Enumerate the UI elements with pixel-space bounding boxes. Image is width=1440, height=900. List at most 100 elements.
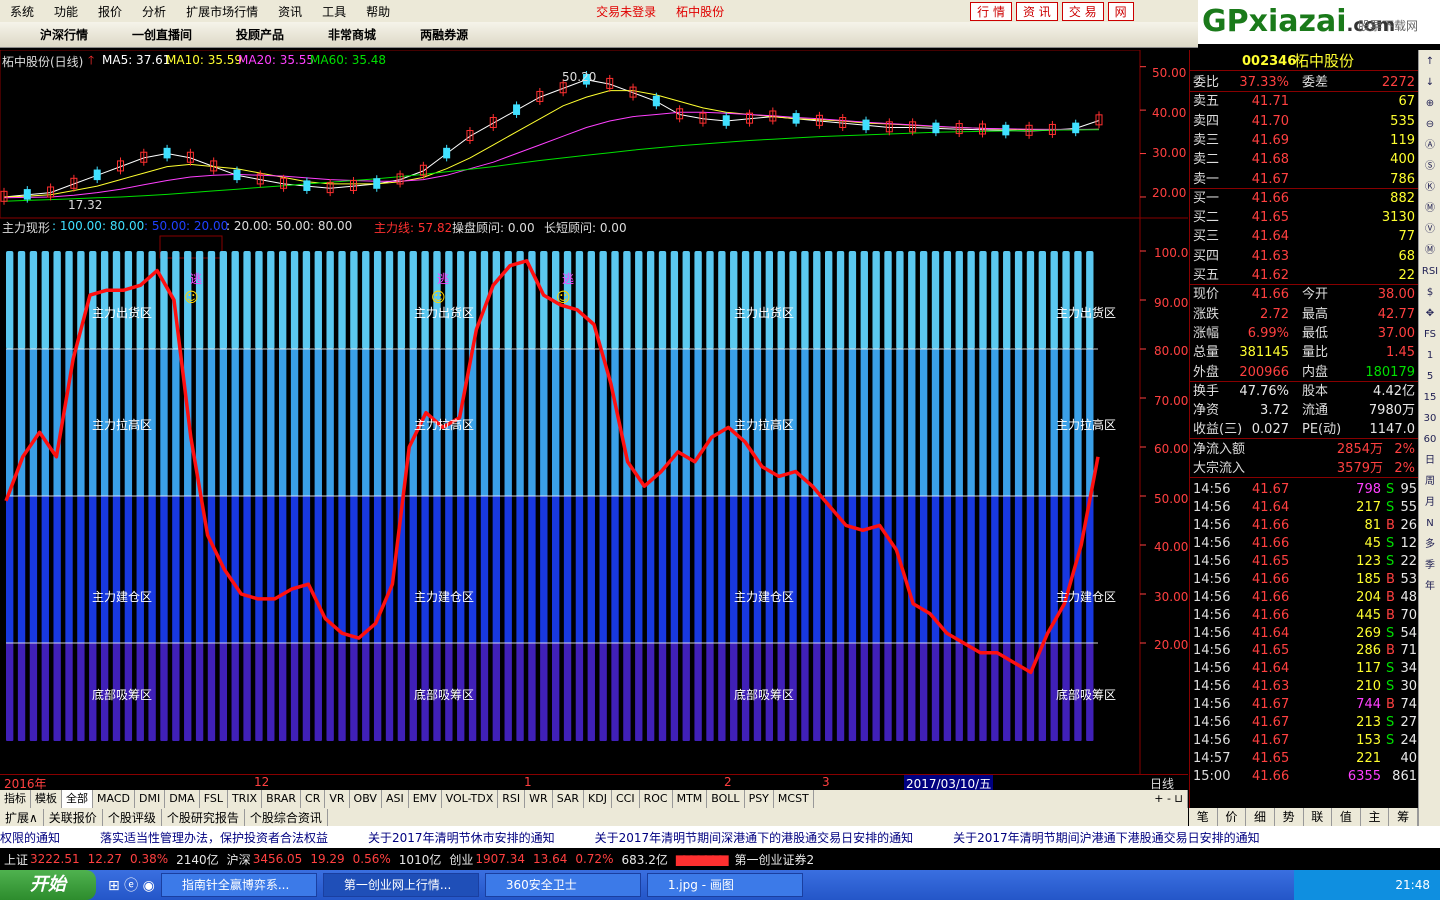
indicator-tab-kdj[interactable]: KDJ <box>584 790 612 808</box>
chart-area[interactable]: 柘中股份(日线) 🡑 MA5: 37.61 MA10: 35.59 MA20: … <box>0 50 1188 790</box>
indicator-tab-roc[interactable]: ROC <box>640 790 673 808</box>
quote-tab[interactable]: 笔 <box>1189 808 1218 826</box>
nav-mall[interactable]: 非常商城 <box>306 26 398 43</box>
toolbar-button[interactable]: RSI <box>1420 263 1440 281</box>
indicator-tab-obv[interactable]: OBV <box>350 790 382 808</box>
task-paint[interactable]: 1.jpg - 画图 <box>646 873 803 897</box>
indicator-tab-fsl[interactable]: FSL <box>200 790 228 808</box>
indicator-tab-vr[interactable]: VR <box>325 790 350 808</box>
menu-tools[interactable]: 工具 <box>312 3 356 20</box>
toolbar-button[interactable]: Ⓐ <box>1420 137 1440 155</box>
indicator-tab-dmi[interactable]: DMI <box>135 790 166 808</box>
stat-label: 内盘 <box>1302 364 1329 380</box>
zone-bar-up <box>931 349 940 496</box>
toolbar-button[interactable]: 多 <box>1420 536 1440 554</box>
info-button[interactable]: 资 讯 <box>1015 1 1058 21</box>
indicator-tab--[interactable]: 模板 <box>31 790 62 808</box>
toolbar-button[interactable]: 30 <box>1420 410 1440 428</box>
indicator-tab-cci[interactable]: CCI <box>612 790 640 808</box>
quote-tab[interactable]: 主 <box>1361 808 1390 826</box>
toolbar-button[interactable]: Ⓚ <box>1420 179 1440 197</box>
toolbar-button[interactable]: ⊕ <box>1420 95 1440 113</box>
menu-quote[interactable]: 报价 <box>88 3 132 20</box>
menu-analysis[interactable]: 分析 <box>132 3 176 20</box>
toolbar-button[interactable]: 月 <box>1420 494 1440 512</box>
web-button[interactable]: 网 <box>1107 1 1134 21</box>
quote-tab[interactable]: 筹 <box>1389 808 1418 826</box>
tab-research-report[interactable]: 个股研究报告 <box>162 808 245 826</box>
news-item[interactable]: 关于2017年清明节期间沪港通下港股通交易日安排的通知 <box>953 829 1260 846</box>
indicator-tab-boll[interactable]: BOLL <box>707 790 745 808</box>
zone-bar-out <box>302 251 311 349</box>
indicator-tab-mcst[interactable]: MCST <box>774 790 814 808</box>
cy-amount: 683.2亿 <box>621 852 668 867</box>
indicator-tab-brar[interactable]: BRAR <box>262 790 302 808</box>
tab-expand[interactable]: 扩展∧ <box>0 808 44 826</box>
menu-news[interactable]: 资讯 <box>268 3 312 20</box>
indicator-tab-dma[interactable]: DMA <box>165 790 200 808</box>
indicator-tab-wr[interactable]: WR <box>525 790 553 808</box>
quote-tab[interactable]: 值 <box>1332 808 1361 826</box>
quote-tab[interactable]: 价 <box>1218 808 1247 826</box>
quote-tab[interactable]: 联 <box>1304 808 1333 826</box>
toolbar-button[interactable]: 1 <box>1420 347 1440 365</box>
trade-button[interactable]: 交 易 <box>1061 1 1104 21</box>
zoom-buttons[interactable]: + - ⊔ <box>1150 790 1188 808</box>
menu-system[interactable]: 系统 <box>0 3 44 20</box>
indicator-tab-emv[interactable]: EMV <box>409 790 442 808</box>
toolbar-button[interactable]: ✥ <box>1420 305 1440 323</box>
toolbar-button[interactable]: 15 <box>1420 389 1440 407</box>
nav-shanghai-shenzhen[interactable]: 沪深行情 <box>0 26 110 43</box>
quote-tab[interactable]: 势 <box>1275 808 1304 826</box>
indicator-tab-macd[interactable]: MACD <box>93 790 135 808</box>
tab-stock-rating[interactable]: 个股评级 <box>103 808 162 826</box>
toolbar-button[interactable]: Ⓜ <box>1420 242 1440 260</box>
toolbar-button[interactable]: FS <box>1420 326 1440 344</box>
task-first-capital[interactable]: 第一创业网上行情... <box>322 873 479 897</box>
start-button[interactable]: 开始 <box>0 870 96 900</box>
news-item[interactable]: 权限的通知 <box>0 829 60 846</box>
toolbar-button[interactable]: Ⓢ <box>1420 158 1440 176</box>
zone-bar-bottom <box>646 643 655 741</box>
task-compass[interactable]: 指南针全赢博弈系... <box>160 873 317 897</box>
indicator-tab--[interactable]: 指标 <box>0 790 31 808</box>
menu-help[interactable]: 帮助 <box>356 3 400 20</box>
toolbar-button[interactable]: N <box>1420 515 1440 533</box>
indicator-tab-rsi[interactable]: RSI <box>498 790 526 808</box>
toolbar-button[interactable]: 年 <box>1420 578 1440 596</box>
indicator-tab-trix[interactable]: TRIX <box>228 790 263 808</box>
market-button[interactable]: 行 情 <box>970 1 1012 21</box>
indicator-tab-psy[interactable]: PSY <box>745 790 774 808</box>
toolbar-button[interactable]: 日 <box>1420 452 1440 470</box>
indicator-tab-vol-tdx[interactable]: VOL-TDX <box>442 790 499 808</box>
indicator-tab-asi[interactable]: ASI <box>382 790 409 808</box>
indicator-tab--[interactable]: 全部 <box>62 790 93 808</box>
toolbar-button[interactable]: 季 <box>1420 557 1440 575</box>
quote-tab[interactable]: 细 <box>1246 808 1275 826</box>
toolbar-button[interactable]: Ⓜ <box>1420 200 1440 218</box>
news-item[interactable]: 关于2017年清明节休市安排的通知 <box>368 829 555 846</box>
indicator-tab-cr[interactable]: CR <box>301 790 326 808</box>
news-item[interactable]: 落实适当性管理办法，保护投资者合法权益 <box>100 829 328 846</box>
nav-live-room[interactable]: 一创直播间 <box>110 26 214 43</box>
task-360[interactable]: 360安全卫士 <box>484 873 641 897</box>
indicator-tab-sar[interactable]: SAR <box>553 790 585 808</box>
indicator-tab-mtm[interactable]: MTM <box>673 790 708 808</box>
menu-extended-market[interactable]: 扩展市场行情 <box>176 3 268 20</box>
toolbar-button[interactable]: 周 <box>1420 473 1440 491</box>
toolbar-button[interactable]: ↑ <box>1420 53 1440 71</box>
tab-related-quote[interactable]: 关联报价 <box>44 808 103 826</box>
toolbar-button[interactable]: ↓ <box>1420 74 1440 92</box>
nav-advisor-products[interactable]: 投顾产品 <box>214 26 306 43</box>
quicklaunch-icon[interactable]: ⊞ ⓔ ◉ <box>108 875 155 895</box>
menu-function[interactable]: 功能 <box>44 3 88 20</box>
news-item[interactable]: 关于2017年清明节期间深港通下的港股通交易日安排的通知 <box>595 829 914 846</box>
toolbar-button[interactable]: 60 <box>1420 431 1440 449</box>
toolbar-button[interactable]: Ⓥ <box>1420 221 1440 239</box>
tab-stock-news[interactable]: 个股综合资讯 <box>245 808 328 826</box>
nav-margin-source[interactable]: 两融券源 <box>398 26 490 43</box>
zone-bar-out <box>979 251 987 349</box>
toolbar-button[interactable]: $ <box>1420 284 1440 302</box>
toolbar-button[interactable]: ⊖ <box>1420 116 1440 134</box>
toolbar-button[interactable]: 5 <box>1420 368 1440 386</box>
